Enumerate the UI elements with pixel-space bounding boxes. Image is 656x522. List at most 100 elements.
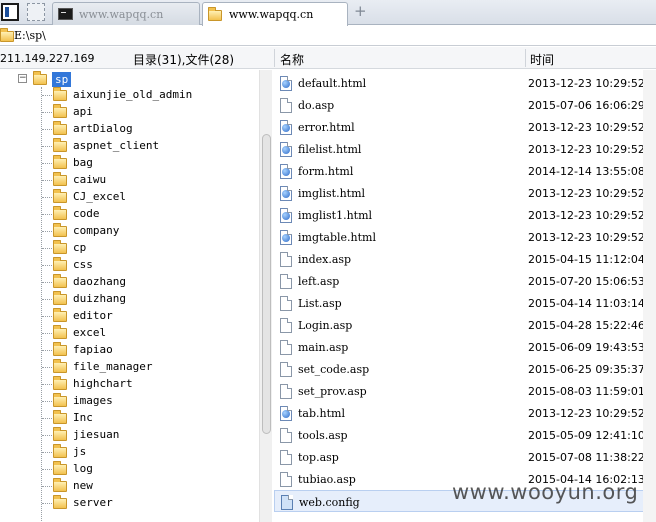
file-name: tools.asp	[298, 429, 348, 442]
tree-connector	[42, 384, 52, 385]
tree-connector	[42, 129, 52, 130]
new-tab-button[interactable]: +	[354, 2, 367, 20]
file-time: 2014-12-14 13:55:08	[528, 165, 645, 178]
file-time: 2013-12-23 10:29:52	[528, 77, 645, 90]
tree-scrollbar[interactable]	[259, 70, 272, 522]
folder-icon	[53, 376, 67, 390]
folder-icon	[0, 28, 14, 42]
file-row[interactable]: top.asp 2015-07-08 11:38:22	[274, 446, 656, 468]
file-row[interactable]: filelist.html 2013-12-23 10:29:52	[274, 138, 656, 160]
file-list-scrollbar[interactable]	[643, 70, 656, 522]
file-name: filelist.html	[298, 143, 362, 156]
blank-tab-button[interactable]	[27, 3, 45, 21]
file-icon	[280, 450, 292, 465]
file-row[interactable]: main.asp 2015-06-09 19:43:53	[274, 336, 656, 358]
tree-item-label: company	[73, 224, 120, 237]
tree-item-label: code	[73, 207, 100, 220]
folder-icon	[53, 359, 67, 373]
tree-item-label: editor	[73, 309, 113, 322]
tree-root-label[interactable]: sp	[52, 72, 72, 87]
tree-item-label: jiesuan	[73, 428, 120, 441]
path-bar[interactable]: E:\sp\	[0, 26, 656, 46]
file-row[interactable]: tools.asp 2015-05-09 12:41:10	[274, 424, 656, 446]
file-row[interactable]: left.asp 2015-07-20 15:06:53	[274, 270, 656, 292]
tree-item-label: Inc	[73, 411, 93, 424]
tab-file-manager[interactable]: www.wapqq.cn	[202, 2, 348, 26]
file-row[interactable]: error.html 2013-12-23 10:29:52	[274, 116, 656, 138]
tree-scrollbar-thumb[interactable]	[262, 134, 271, 434]
file-time: 2013-12-23 10:29:52	[528, 121, 645, 134]
file-icon	[280, 318, 292, 333]
file-row[interactable]: do.asp 2015-07-06 16:06:29	[274, 94, 656, 116]
window-menu-button[interactable]	[1, 3, 19, 21]
file-icon	[280, 384, 292, 399]
column-time-header[interactable]: 时间	[530, 51, 554, 68]
file-row[interactable]: set_code.asp 2015-06-25 09:35:37	[274, 358, 656, 380]
tree-item-label: cp	[73, 241, 87, 254]
folder-icon	[33, 71, 47, 85]
file-icon	[280, 252, 292, 267]
file-row[interactable]: default.html 2013-12-23 10:29:52	[274, 72, 656, 94]
tree-item-label: duizhang	[73, 292, 126, 305]
tree-item-label: new	[73, 479, 93, 492]
file-name: top.asp	[298, 451, 339, 464]
html-file-icon	[280, 186, 292, 201]
tree-item-label: caiwu	[73, 173, 107, 186]
file-row[interactable]: imglist.html 2013-12-23 10:29:52	[274, 182, 656, 204]
tree-guide-line	[41, 87, 42, 522]
folder-icon	[53, 155, 67, 169]
collapse-toggle-icon[interactable]: −	[18, 74, 27, 83]
tree-connector	[42, 214, 52, 215]
html-file-icon	[280, 142, 292, 157]
folder-icon	[53, 206, 67, 220]
file-row[interactable]: tab.html 2013-12-23 10:29:52	[274, 402, 656, 424]
file-row[interactable]: List.asp 2015-04-14 11:03:14	[274, 292, 656, 314]
watermark: www.wooyun.org	[452, 480, 639, 504]
tree-item-label: bag	[73, 156, 93, 169]
column-divider[interactable]	[274, 49, 275, 67]
file-list: default.html 2013-12-23 10:29:52 do.asp 201…	[274, 70, 656, 522]
file-name: Login.asp	[298, 319, 353, 332]
column-name-header[interactable]: 名称	[280, 51, 304, 68]
folder-icon	[53, 444, 67, 458]
tree-connector	[42, 418, 52, 419]
file-time: 2015-07-20 15:06:53	[528, 275, 645, 288]
tab-title: www.wapqq.cn	[229, 8, 314, 21]
tree-item-label: images	[73, 394, 113, 407]
file-row[interactable]: imgtable.html 2013-12-23 10:29:52	[274, 226, 656, 248]
folder-icon	[53, 461, 67, 475]
file-time: 2015-04-14 11:03:14	[528, 297, 645, 310]
tree-item-label: aspnet_client	[73, 139, 160, 152]
file-row[interactable]: imglist1.html 2013-12-23 10:29:52	[274, 204, 656, 226]
tree-connector	[42, 367, 52, 368]
file-time: 2013-12-23 10:29:52	[528, 209, 645, 222]
tree-connector	[42, 350, 52, 351]
folder-icon	[53, 291, 67, 305]
file-icon	[280, 428, 292, 443]
tree-item-label: daozhang	[73, 275, 126, 288]
file-time: 2015-06-25 09:35:37	[528, 363, 645, 376]
file-icon	[280, 274, 292, 289]
path-text[interactable]: E:\sp\	[14, 29, 46, 42]
column-divider[interactable]	[525, 49, 526, 67]
html-file-icon	[280, 230, 292, 245]
file-row[interactable]: index.asp 2015-04-15 11:12:04	[274, 248, 656, 270]
folder-icon	[53, 240, 67, 254]
file-row[interactable]: form.html 2014-12-14 13:55:08	[274, 160, 656, 182]
html-file-icon	[280, 120, 292, 135]
file-row[interactable]: Login.asp 2015-04-28 15:22:46	[274, 314, 656, 336]
tree-item-label: api	[73, 105, 93, 118]
tree-item-label: artDialog	[73, 122, 133, 135]
file-time: 2013-12-23 10:29:52	[528, 187, 645, 200]
file-icon	[280, 98, 292, 113]
tab-terminal[interactable]: www.wapqq.cn	[52, 2, 200, 25]
folder-icon	[53, 393, 67, 407]
file-time: 2015-05-09 12:41:10	[528, 429, 645, 442]
tree-item-label: highchart	[73, 377, 133, 390]
file-row[interactable]: set_prov.asp 2015-08-03 11:59:01	[274, 380, 656, 402]
folder-icon	[53, 427, 67, 441]
tree-connector	[42, 452, 52, 453]
file-time: 2013-12-23 10:29:52	[528, 407, 645, 420]
tree-connector	[42, 146, 52, 147]
folder-icon	[53, 274, 67, 288]
